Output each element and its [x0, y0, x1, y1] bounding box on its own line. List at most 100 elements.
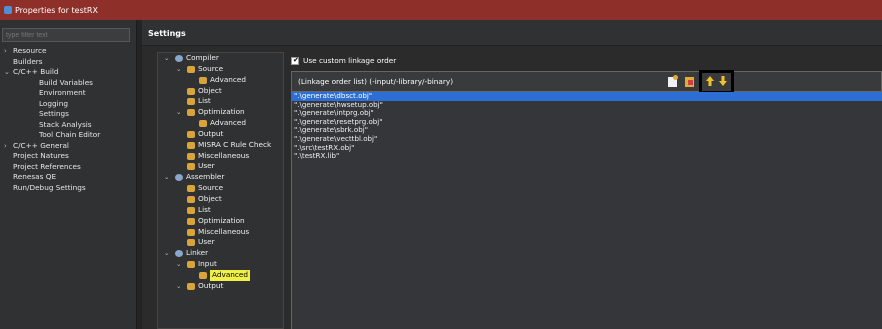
nav-item-5[interactable]: Logging — [3, 99, 135, 110]
tree-item-8[interactable]: MISRA C Rule Check — [160, 140, 285, 151]
tree-item-11[interactable]: ⌄ Assembler — [160, 172, 285, 183]
filter-input[interactable] — [2, 28, 130, 42]
settings-page-icon — [187, 261, 195, 269]
move-down-arrow-shape — [719, 76, 727, 86]
nav-item-label: Renesas QE — [13, 172, 57, 181]
tree-item-15[interactable]: Optimization — [160, 216, 285, 227]
window-title: Properties for testRX — [15, 6, 98, 15]
tree-item-6[interactable]: Advanced — [160, 118, 285, 129]
chevron-right-icon[interactable]: › — [4, 46, 7, 57]
chevron-down-icon[interactable]: ⌄ — [164, 53, 169, 64]
settings-page-icon — [187, 163, 195, 171]
settings-page-icon — [187, 185, 195, 193]
linkage-order-list-title: (Linkage order list) (-input/-library/-b… — [298, 77, 454, 86]
app-icon — [4, 6, 12, 14]
tree-item-5[interactable]: ⌄ Optimization — [160, 107, 285, 118]
properties-nav-panel: › ResourceBuilders⌄C/C++ BuildBuild Varia… — [0, 20, 137, 329]
nav-item-label: Run/Debug Settings — [13, 182, 86, 192]
window-titlebar: Properties for testRX — [0, 0, 882, 20]
tree-item-4[interactable]: List — [160, 96, 285, 107]
add-item-icon[interactable] — [668, 75, 678, 87]
nav-item-8[interactable]: Tool Chain Editor — [3, 130, 135, 141]
nav-item-label: Resource — [13, 46, 47, 55]
settings-title: Settings — [148, 29, 186, 38]
tree-item-0[interactable]: ⌄ Compiler — [160, 53, 285, 64]
nav-item-label: Project Natures — [13, 151, 69, 160]
nav-item-label: Stack Analysis — [39, 119, 92, 129]
settings-page-icon — [187, 282, 195, 290]
chevron-down-icon[interactable]: ⌄ — [4, 67, 10, 78]
list-item[interactable]: ".\generate\resetprg.obj" — [292, 117, 882, 127]
list-item[interactable]: ".\src\testRX.obj" — [292, 143, 882, 153]
tree-item-label: Optimization — [198, 215, 245, 225]
tree-item-21[interactable]: ⌄ Output — [160, 281, 285, 292]
settings-page-icon — [187, 109, 195, 117]
list-item[interactable]: ".\testRX.lib" — [292, 152, 882, 161]
chevron-right-icon[interactable]: › — [4, 141, 7, 152]
list-item[interactable]: ".\generate\vecttbl.obj" — [292, 134, 882, 144]
list-item[interactable]: ".\generate\hwsetup.obj" — [292, 100, 882, 110]
list-item[interactable]: ".\generate\sbrk.obj" — [292, 126, 882, 135]
tree-item-3[interactable]: Object — [160, 86, 285, 97]
custom-linkage-order-checkbox[interactable]: ✔ — [291, 56, 299, 65]
nav-item-2[interactable]: ⌄ C/C++ Build — [3, 67, 135, 78]
tree-item-19[interactable]: ⌄ Input — [160, 259, 285, 270]
tree-item-label: Miscellaneous — [198, 150, 250, 160]
tree-item-label: Advanced — [210, 74, 247, 84]
chevron-down-icon[interactable]: ⌄ — [176, 107, 181, 118]
tree-item-2[interactable]: Advanced — [160, 75, 285, 86]
nav-item-label: Builders — [13, 56, 43, 66]
chevron-down-icon[interactable]: ⌄ — [176, 259, 181, 270]
nav-item-13[interactable]: Run/Debug Settings — [3, 183, 135, 194]
settings-page-icon — [187, 87, 195, 95]
tree-item-label: MISRA C Rule Check — [198, 139, 272, 149]
nav-item-11[interactable]: Project References — [3, 162, 135, 173]
chevron-down-icon[interactable]: ⌄ — [176, 281, 181, 292]
settings-page-icon — [187, 98, 195, 106]
nav-item-6[interactable]: Settings — [3, 109, 135, 120]
settings-page-icon — [187, 152, 195, 160]
settings-page-icon — [187, 195, 195, 203]
nav-item-1[interactable]: Builders — [3, 57, 135, 68]
nav-item-10[interactable]: Project Natures — [3, 151, 135, 162]
settings-page-icon — [199, 271, 207, 279]
nav-item-12[interactable]: Renesas QE — [3, 172, 135, 183]
tree-item-16[interactable]: Miscellaneous — [160, 227, 285, 238]
tree-item-label: Input — [198, 259, 217, 269]
settings-page-icon — [187, 141, 195, 149]
tree-item-label: Linker — [186, 248, 209, 258]
tree-item-20[interactable]: Advanced — [160, 269, 285, 281]
nav-item-9[interactable]: › C/C++ General — [3, 141, 135, 152]
nav-item-4[interactable]: Environment — [3, 88, 135, 99]
nav-item-0[interactable]: › Resource — [3, 46, 135, 57]
tree-item-9[interactable]: Miscellaneous — [160, 151, 285, 162]
tree-item-17[interactable]: User — [160, 237, 285, 248]
nav-item-7[interactable]: Stack Analysis — [3, 120, 135, 131]
chevron-down-icon[interactable]: ⌄ — [164, 172, 169, 183]
settings-page-icon — [187, 130, 195, 138]
tree-item-label: List — [198, 96, 211, 106]
tree-item-13[interactable]: Object — [160, 194, 285, 205]
move-up-icon[interactable] — [706, 76, 714, 86]
settings-page-icon — [187, 228, 195, 236]
tree-item-label: Object — [198, 85, 222, 95]
tree-item-label: User — [198, 237, 215, 247]
tree-item-label: Source — [198, 63, 224, 73]
panel-splitter[interactable] — [137, 20, 142, 329]
tree-item-label: Assembler — [186, 172, 225, 182]
tree-item-10[interactable]: User — [160, 161, 285, 172]
tree-item-7[interactable]: Output — [160, 129, 285, 140]
chevron-down-icon[interactable]: ⌄ — [176, 64, 181, 75]
linkage-order-list-header: (Linkage order list) (-input/-library/-b… — [291, 70, 882, 94]
tree-item-1[interactable]: ⌄ Source — [160, 64, 285, 75]
nav-item-3[interactable]: Build Variables — [3, 78, 135, 89]
tree-item-14[interactable]: List — [160, 205, 285, 216]
tree-item-18[interactable]: ⌄ Linker — [160, 248, 285, 259]
tree-item-label: Compiler — [186, 53, 219, 62]
tree-item-12[interactable]: Source — [160, 183, 285, 194]
tree-item-label: Output — [198, 128, 224, 138]
chevron-down-icon[interactable]: ⌄ — [164, 248, 169, 259]
move-down-icon[interactable] — [719, 76, 727, 86]
delete-item-icon[interactable] — [685, 77, 694, 87]
linkage-order-list[interactable]: ".\generate\dbsct.obj" ".\generate\hwsetu… — [291, 91, 882, 329]
